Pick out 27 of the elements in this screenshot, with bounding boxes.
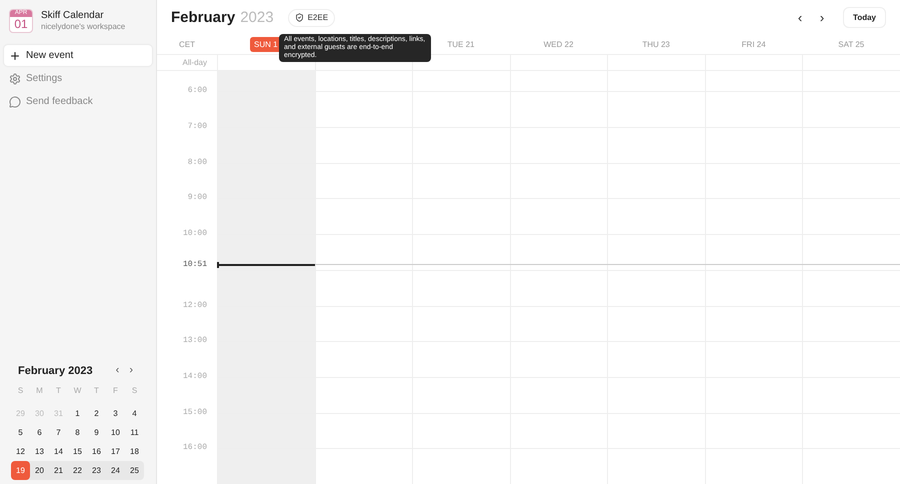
mini-calendar-title: February 2023: [18, 364, 93, 378]
hour-label: 9:00: [188, 192, 207, 204]
badge-label: E2EE: [308, 12, 328, 24]
weekday-label: M: [35, 385, 44, 397]
year-title: 2023: [240, 8, 274, 28]
hour-label: 6:00: [188, 85, 207, 98]
hour-label: 12:00: [182, 300, 207, 312]
weekday-label: T: [55, 385, 62, 397]
hour-label: 13:00: [182, 335, 207, 348]
hour-label: 10:00: [182, 228, 207, 240]
weekday-label: S: [130, 385, 138, 397]
app-name: Skiff Calendar: [41, 10, 105, 22]
weekday-label: W: [72, 385, 82, 397]
hour-label: 8:00: [188, 156, 207, 169]
logo-day: 01: [10, 17, 32, 32]
timezone-label: CET: [179, 38, 195, 51]
hour-label: 7:00: [188, 121, 207, 134]
weekday-label: F: [112, 385, 119, 397]
hour-label: 14:00: [182, 370, 207, 383]
current-time-label: 10:51: [182, 258, 208, 271]
hour-label: 15:00: [182, 406, 207, 419]
month-title: February: [171, 8, 236, 28]
weekday-label: S: [16, 385, 24, 397]
workspace-name: nicelydone's workspace: [41, 22, 126, 32]
all-day-label: All-day: [182, 56, 207, 69]
weekday-label: T: [93, 385, 100, 397]
hour-label: 16:00: [182, 442, 207, 454]
